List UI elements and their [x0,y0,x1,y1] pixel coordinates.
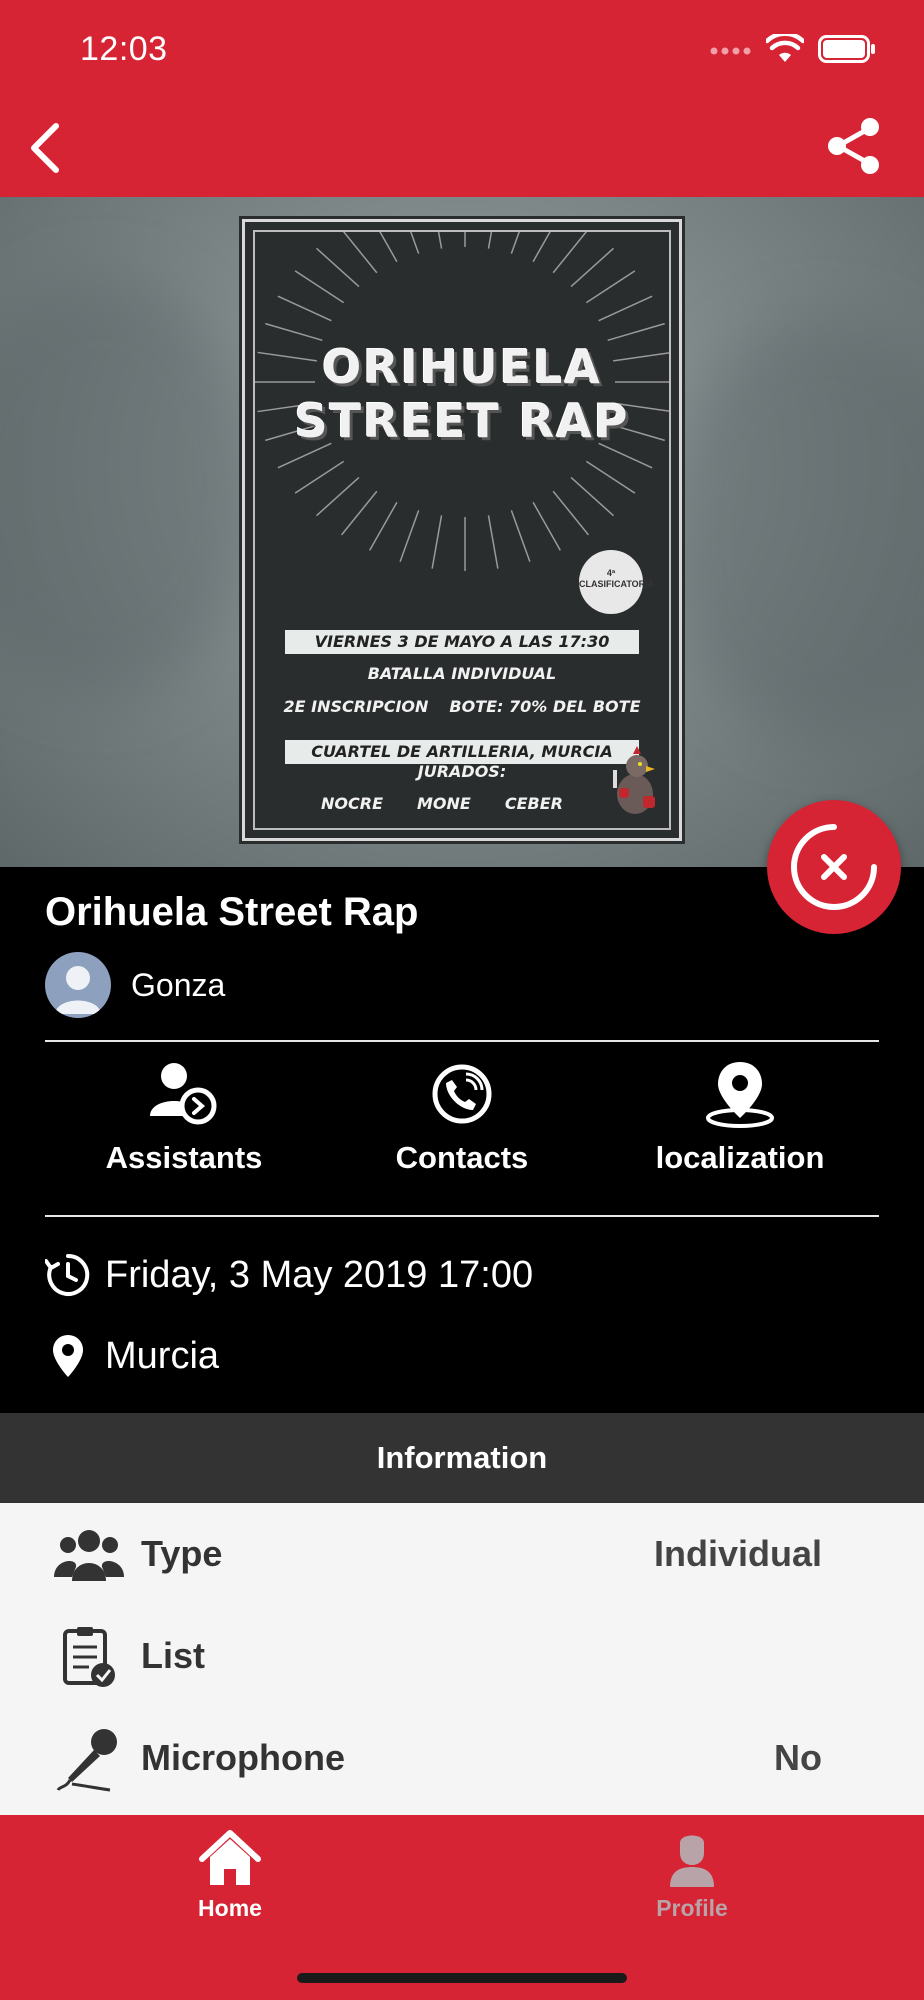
share-button[interactable] [824,116,884,176]
event-date-text: Friday, 3 May 2019 17:00 [105,1253,534,1296]
assistants-label: Assistants [105,1140,263,1175]
status-icons [710,31,876,69]
assistants-button[interactable]: Assistants [45,1060,323,1200]
event-location: Murcia [45,1333,219,1379]
top-bar: 12:03 [0,0,924,197]
tab-home[interactable]: Home [150,1829,310,1922]
info-row-type: Type Individual [0,1503,924,1603]
home-icon [199,1830,261,1885]
tab-profile[interactable]: Profile [612,1829,772,1922]
assistants-icon [150,1063,217,1125]
information-list: Type Individual List Microphone No [0,1503,924,1815]
poster-title-line2: STREET RAP [294,394,630,448]
location-marker-icon [53,1335,83,1377]
localization-button[interactable]: localization [601,1060,879,1200]
checklist-icon [54,1625,124,1689]
chevron-left-icon [31,123,59,173]
info-value-microphone: No [774,1737,822,1778]
event-location-text: Murcia [105,1334,220,1377]
battery-icon [818,35,876,68]
tab-home-label: Home [198,1895,262,1921]
event-date: Friday, 3 May 2019 17:00 [45,1252,533,1298]
event-actions: Assistants Contacts localization [45,1060,879,1200]
localization-label: localization [655,1140,825,1175]
divider [45,1040,879,1042]
information-header: Information [0,1413,924,1503]
event-author[interactable]: Gonza [45,952,225,1018]
info-value-type: Individual [653,1533,822,1574]
contacts-button[interactable]: Contacts [323,1060,601,1200]
event-poster-area: ORIHUELA STREET RAP 4ª CLASIFICATORIA VI… [0,197,924,867]
poster-battle-type: BATALLA INDIVIDUAL [367,664,557,683]
clock-icon [45,1253,90,1296]
signal-icon [710,43,752,61]
poster-inscription: 2E INSCRIPCION [283,697,429,716]
cancel-attendance-button[interactable] [767,800,901,934]
event-poster[interactable]: ORIHUELA STREET RAP 4ª CLASIFICATORIA VI… [239,216,685,844]
info-row-list: List [0,1605,924,1705]
poster-badge: 4ª CLASIFICATORIA [579,550,654,614]
poster-jury-3: CEBER [504,794,563,813]
location-pin-icon [706,1062,774,1128]
profile-icon [670,1835,714,1887]
poster-venue: CUARTEL DE ARTILLERIA, MURCIA [285,740,639,764]
poster-jury-1: NOCRE [321,794,383,813]
contacts-label: Contacts [395,1140,529,1175]
avatar [45,952,111,1018]
status-time: 12:03 [80,30,168,68]
event-title: Orihuela Street Rap [45,890,419,934]
poster-prize: BOTE: 70% DEL BOTE [449,697,641,716]
group-icon [54,1523,124,1587]
poster-jury-2: MONE [417,794,471,813]
phone-icon [432,1064,492,1124]
back-button[interactable] [26,118,66,178]
rooster-mascot-image [613,746,655,814]
info-label-list: List [141,1635,206,1676]
author-name: Gonza [131,966,226,1003]
microphone-icon [54,1727,124,1792]
poster-title-line1: ORIHUELA [322,340,602,394]
home-indicator [297,1973,627,1983]
tab-profile-label: Profile [656,1895,728,1921]
wifi-icon [764,31,806,69]
poster-date-line: VIERNES 3 DE MAYO A LAS 17:30 [285,630,639,654]
divider [45,1215,879,1217]
info-label-type: Type [141,1533,223,1574]
info-row-microphone: Microphone No [0,1707,924,1807]
cancel-circle-icon [791,824,877,910]
info-label-microphone: Microphone [141,1737,345,1778]
share-icon [828,118,879,174]
